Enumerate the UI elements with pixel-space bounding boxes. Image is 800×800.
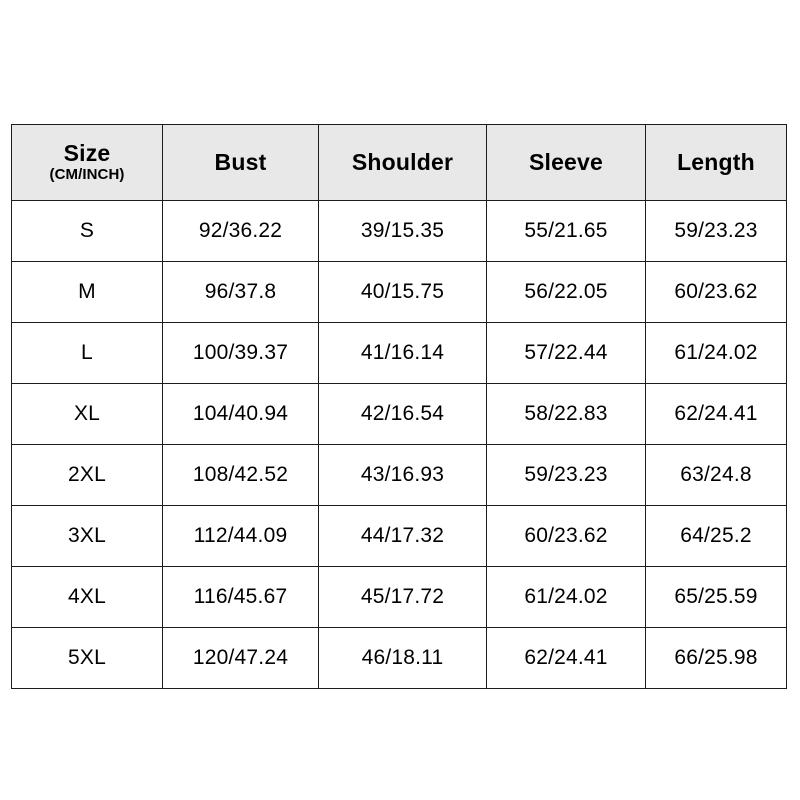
table-row: S 92/36.22 39/15.35 55/21.65 59/23.23 xyxy=(11,200,787,262)
cell-length: 64/25.2 xyxy=(645,505,787,567)
cell-sleeve: 61/24.02 xyxy=(486,566,646,628)
cell-sleeve: 57/22.44 xyxy=(486,322,646,384)
cell-shoulder: 39/15.35 xyxy=(318,200,487,262)
size-chart-table: Size (CM/INCH) Bust Shoulder Sleeve Leng… xyxy=(11,124,787,689)
column-header-size-unit: (CM/INCH) xyxy=(49,166,125,184)
column-header-length: Length xyxy=(645,124,787,201)
cell-bust: 120/47.24 xyxy=(162,627,319,689)
cell-length: 65/25.59 xyxy=(645,566,787,628)
cell-bust: 92/36.22 xyxy=(162,200,319,262)
cell-sleeve: 60/23.62 xyxy=(486,505,646,567)
column-header-sleeve-label: Sleeve xyxy=(528,148,604,175)
column-header-shoulder-label: Shoulder xyxy=(351,148,454,175)
column-header-shoulder: Shoulder xyxy=(318,124,487,201)
cell-bust: 104/40.94 xyxy=(162,383,319,445)
cell-sleeve: 58/22.83 xyxy=(486,383,646,445)
cell-shoulder: 43/16.93 xyxy=(318,444,487,506)
cell-length: 66/25.98 xyxy=(645,627,787,689)
column-header-size-label: Size xyxy=(63,139,111,166)
cell-sleeve: 55/21.65 xyxy=(486,200,646,262)
cell-shoulder: 40/15.75 xyxy=(318,261,487,323)
cell-sleeve: 56/22.05 xyxy=(486,261,646,323)
cell-sleeve: 59/23.23 xyxy=(486,444,646,506)
cell-sleeve: 62/24.41 xyxy=(486,627,646,689)
cell-bust: 108/42.52 xyxy=(162,444,319,506)
cell-bust: 100/39.37 xyxy=(162,322,319,384)
size-chart-body: S 92/36.22 39/15.35 55/21.65 59/23.23 M … xyxy=(11,200,787,689)
table-row: L 100/39.37 41/16.14 57/22.44 61/24.02 xyxy=(11,322,787,384)
cell-shoulder: 45/17.72 xyxy=(318,566,487,628)
table-row: 5XL 120/47.24 46/18.11 62/24.41 66/25.98 xyxy=(11,627,787,689)
cell-size: XL xyxy=(11,383,163,445)
table-row: 4XL 116/45.67 45/17.72 61/24.02 65/25.59 xyxy=(11,566,787,628)
column-header-length-label: Length xyxy=(677,148,755,175)
cell-size: 5XL xyxy=(11,627,163,689)
cell-length: 60/23.62 xyxy=(645,261,787,323)
page-root: Size (CM/INCH) Bust Shoulder Sleeve Leng… xyxy=(0,0,800,800)
cell-length: 62/24.41 xyxy=(645,383,787,445)
table-row: M 96/37.8 40/15.75 56/22.05 60/23.62 xyxy=(11,261,787,323)
cell-size: M xyxy=(11,261,163,323)
column-header-bust: Bust xyxy=(162,124,319,201)
cell-shoulder: 46/18.11 xyxy=(318,627,487,689)
size-chart-header: Size (CM/INCH) Bust Shoulder Sleeve Leng… xyxy=(11,124,787,201)
column-header-bust-label: Bust xyxy=(214,148,267,175)
column-header-size: Size (CM/INCH) xyxy=(11,124,163,201)
column-header-sleeve: Sleeve xyxy=(486,124,646,201)
cell-shoulder: 44/17.32 xyxy=(318,505,487,567)
cell-size: 2XL xyxy=(11,444,163,506)
cell-size: 4XL xyxy=(11,566,163,628)
cell-shoulder: 41/16.14 xyxy=(318,322,487,384)
table-row: XL 104/40.94 42/16.54 58/22.83 62/24.41 xyxy=(11,383,787,445)
cell-size: S xyxy=(11,200,163,262)
table-row: 2XL 108/42.52 43/16.93 59/23.23 63/24.8 xyxy=(11,444,787,506)
table-row: 3XL 112/44.09 44/17.32 60/23.62 64/25.2 xyxy=(11,505,787,567)
cell-size: L xyxy=(11,322,163,384)
cell-bust: 116/45.67 xyxy=(162,566,319,628)
cell-shoulder: 42/16.54 xyxy=(318,383,487,445)
cell-bust: 112/44.09 xyxy=(162,505,319,567)
cell-size: 3XL xyxy=(11,505,163,567)
cell-bust: 96/37.8 xyxy=(162,261,319,323)
cell-length: 63/24.8 xyxy=(645,444,787,506)
cell-length: 61/24.02 xyxy=(645,322,787,384)
header-row: Size (CM/INCH) Bust Shoulder Sleeve Leng… xyxy=(11,124,787,201)
cell-length: 59/23.23 xyxy=(645,200,787,262)
size-chart-container: Size (CM/INCH) Bust Shoulder Sleeve Leng… xyxy=(11,124,787,689)
